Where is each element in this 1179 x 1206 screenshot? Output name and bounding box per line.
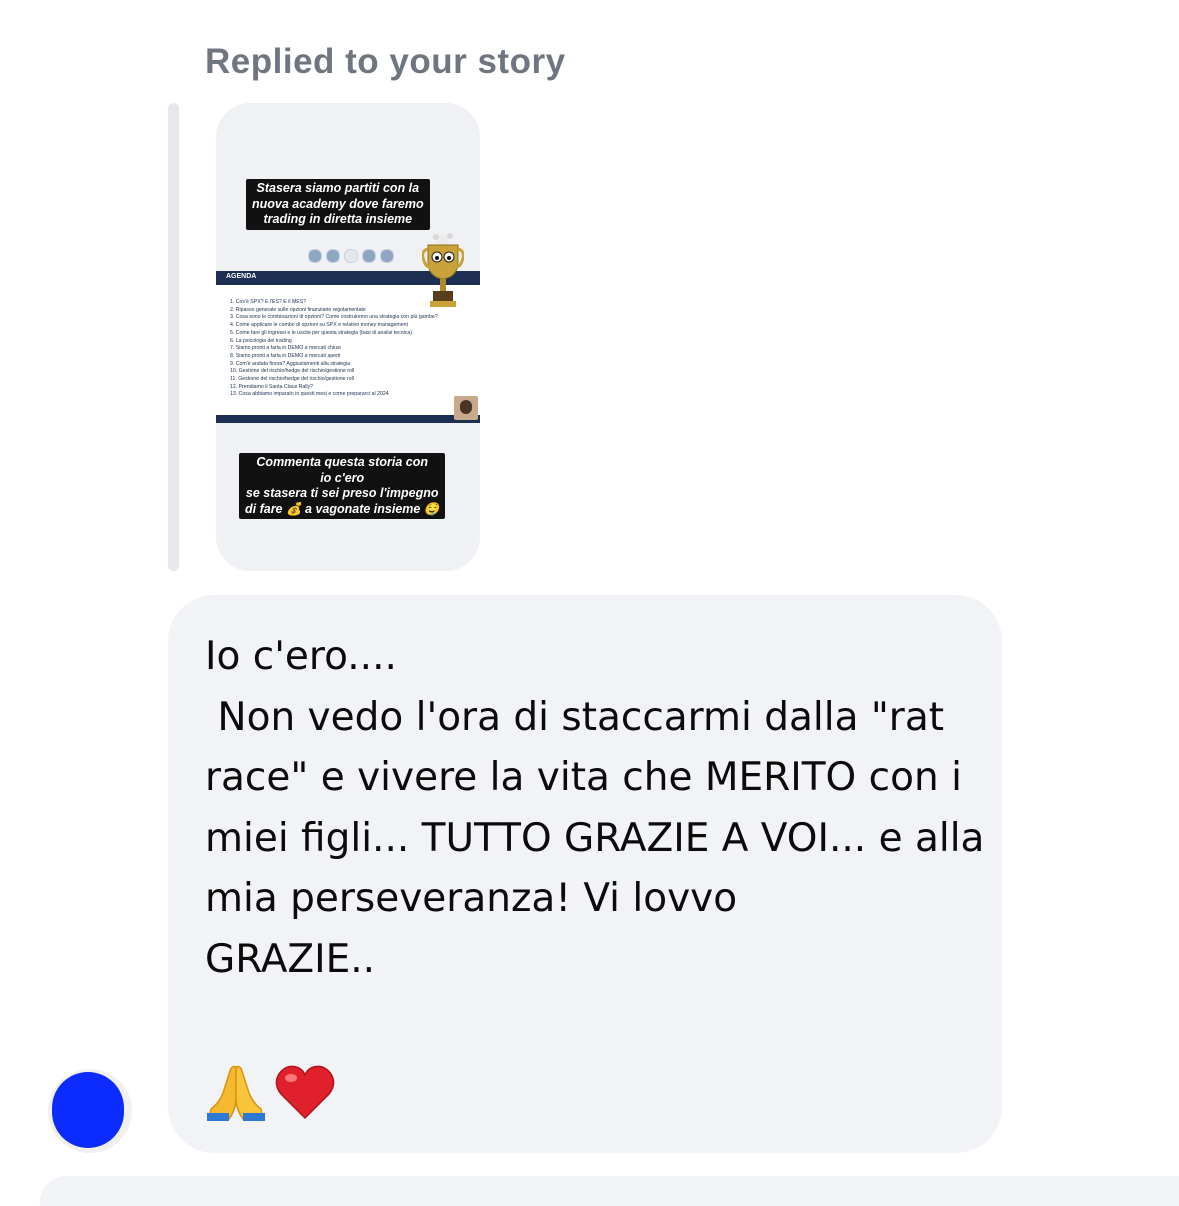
agenda-item: 3. Cosa sono le combinazioni di opzioni?… xyxy=(230,314,438,321)
story-thumbnail[interactable]: Stasera siamo partiti con la nuova acade… xyxy=(216,103,480,571)
agenda-title: AGENDA xyxy=(226,273,257,280)
folded-hands-icon xyxy=(207,1065,265,1121)
message-emojis xyxy=(205,1062,335,1122)
avatar[interactable] xyxy=(52,1072,124,1148)
red-heart-icon xyxy=(275,1065,335,1120)
trophy-sticker-icon xyxy=(422,233,464,307)
agenda-item: 6. La psicologia del trading xyxy=(230,337,292,344)
toolbar-dot xyxy=(344,249,358,263)
toolbar-dot xyxy=(380,249,394,263)
story-caption-bottom: Commenta questa storia con io c'ero se s… xyxy=(239,453,446,519)
composer-bar[interactable] xyxy=(40,1176,1179,1206)
replied-to-story-label: Replied to your story xyxy=(205,42,566,81)
agenda-item: 5. Come fare gli ingressi e le uscite pe… xyxy=(230,329,412,336)
message-text: Io c'ero.... Non vedo l'ora di staccarmi… xyxy=(205,634,985,982)
agenda-item: 1. Cos'è SPX? E l'ES? E il MES? xyxy=(230,299,307,305)
agenda-item: 12. Prendiamo il Santa Claus Rally? xyxy=(230,383,314,390)
agenda-item: 2. Ripasso generale sulle opzioni finanz… xyxy=(230,306,366,313)
agenda-list: 1. Cos'è SPX? E l'ES? E il MES? 2. Ripass… xyxy=(230,299,450,399)
presenter-avatar xyxy=(454,396,478,420)
agenda-item: 13. Cosa abbiamo imparato in questi mesi… xyxy=(230,391,389,398)
agenda-item: 11. Gestione del rischio/hedge del risch… xyxy=(230,376,354,383)
agenda-item: 9. Com'è andata finora? Aggiustamenti al… xyxy=(230,360,351,367)
story-caption-top: Stasera siamo partiti con la nuova acade… xyxy=(246,179,430,230)
toolbar-dot xyxy=(308,249,322,263)
quote-bar xyxy=(168,103,179,571)
agenda-item: 7. Siamo pronti a farla in DEMO a mercat… xyxy=(230,345,341,352)
agenda-item: 10. Gestione del rischio/hedge del risch… xyxy=(230,368,355,375)
agenda-item: 8. Siamo pronti a farla in DEMO a mercat… xyxy=(230,352,341,359)
toolbar-dot xyxy=(326,249,340,263)
toolbar-dot xyxy=(362,249,376,263)
slide-toolbar-dots xyxy=(308,249,394,263)
agenda-item: 4. Come applicare le combo di opzioni su… xyxy=(230,322,408,329)
